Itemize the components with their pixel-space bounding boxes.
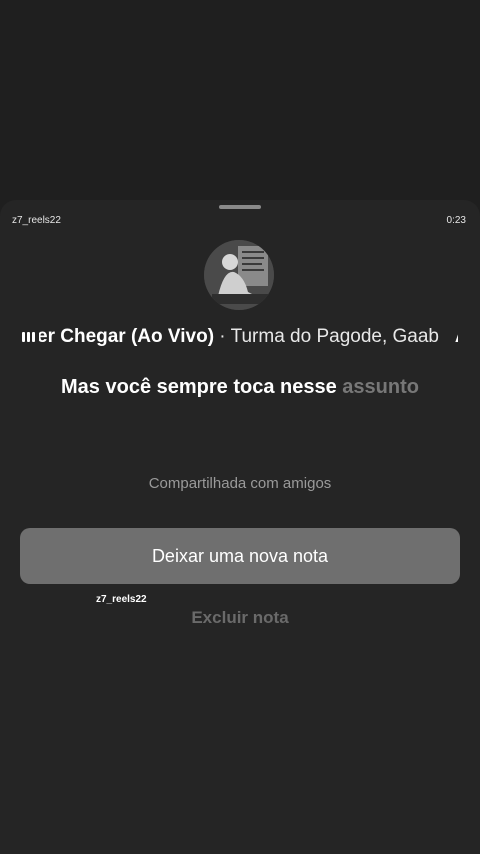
lyric-dim: assunto — [342, 376, 419, 398]
lyric-main: Mas você sempre toca nesse — [61, 376, 337, 398]
delete-note-button[interactable]: Excluir nota — [0, 608, 480, 630]
album-art-avatar — [204, 240, 274, 310]
sheet-drag-handle[interactable] — [219, 205, 261, 209]
track-separator: · — [214, 326, 231, 347]
track-title-repeat: Ao — [455, 326, 458, 347]
shared-with-friends-label: Compartilhada com amigos — [148, 475, 332, 492]
music-marquee[interactable]: er Chegar (Ao Vivo) · Turma do Pagode, G… — [22, 324, 458, 350]
track-title: er Chegar (Ao Vivo) — [39, 326, 215, 347]
new-note-button[interactable]: Deixar uma nova nota — [20, 528, 460, 584]
background-area — [0, 0, 480, 204]
watermark-label-mid: z7_reels22 — [96, 594, 147, 605]
watermark-label: z7_reels22 — [12, 215, 61, 226]
music-bars-icon — [22, 332, 36, 342]
timestamp: 0:23 — [446, 215, 466, 226]
lyric-line: Mas você sempre toca nesse assunto — [0, 376, 480, 399]
track-artist: Turma do Pagode, Gaab — [230, 326, 440, 347]
